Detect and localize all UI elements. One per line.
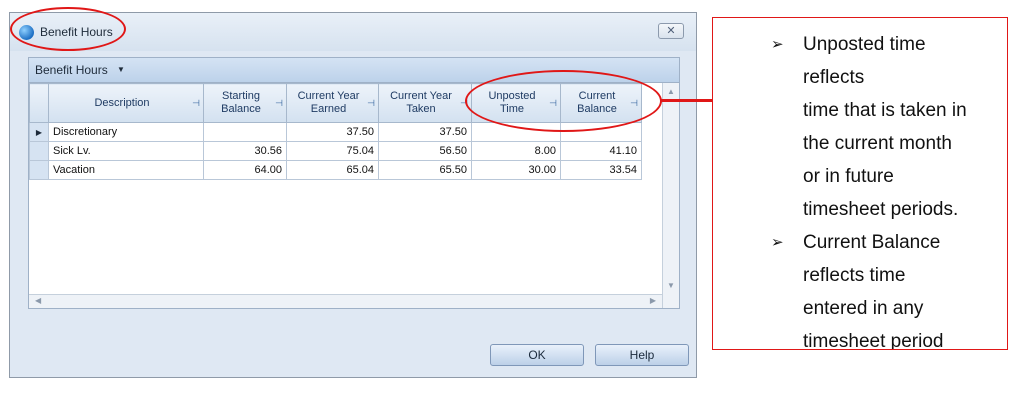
arrow-bullet-icon: ➢ [771, 234, 784, 251]
scroll-up-icon[interactable]: ▲ [667, 87, 675, 96]
panel-title: Benefit Hours [35, 63, 108, 77]
ok-button[interactable]: OK [490, 344, 584, 366]
arrow-bullet-icon: ➢ [771, 36, 784, 53]
cell-current-year-earned[interactable]: 75.04 [286, 141, 379, 161]
title-highlight-ellipse [10, 7, 126, 51]
column-header-description[interactable]: Description ⊣ [48, 83, 204, 123]
cell-current-balance[interactable]: 41.10 [560, 141, 642, 161]
cell-unposted-time[interactable]: 8.00 [471, 141, 561, 161]
table-row[interactable]: Vacation 64.00 65.04 65.50 30.00 33.54 [29, 160, 642, 180]
row-selector-header [29, 83, 49, 123]
vertical-scrollbar[interactable]: ▲ ▼ [662, 83, 679, 308]
cell-description[interactable]: Sick Lv. [48, 141, 204, 161]
cell-current-year-taken[interactable]: 37.50 [378, 122, 472, 142]
cell-current-year-taken[interactable]: 56.50 [378, 141, 472, 161]
column-header-current-year-earned[interactable]: Current Year Earned ⊣ [286, 83, 379, 123]
scroll-left-icon[interactable]: ◀ [35, 296, 41, 305]
cell-unposted-time[interactable]: 30.00 [471, 160, 561, 180]
close-button[interactable]: ✕ [658, 23, 684, 39]
chevron-down-icon[interactable]: ▼ [117, 65, 125, 74]
pin-icon[interactable]: ⊣ [367, 97, 375, 110]
current-row-icon: ▶ [35, 127, 43, 137]
help-button[interactable]: Help [595, 344, 689, 366]
scroll-down-icon[interactable]: ▼ [667, 281, 675, 290]
cell-current-year-earned[interactable]: 37.50 [286, 122, 379, 142]
cell-current-year-taken[interactable]: 65.50 [378, 160, 472, 180]
callout-connector-line [660, 99, 713, 102]
table-row[interactable]: Sick Lv. 30.56 75.04 56.50 8.00 41.10 [29, 141, 642, 161]
row-selector[interactable] [29, 141, 49, 161]
cell-current-year-earned[interactable]: 65.04 [286, 160, 379, 180]
callout-item-unposted-time: ➢ Unposted time reflects time that is ta… [713, 28, 1007, 226]
callout-list: ➢ Unposted time reflects time that is ta… [713, 28, 1007, 349]
callout-box: ➢ Unposted time reflects time that is ta… [712, 17, 1008, 350]
row-selector[interactable]: ▶ [29, 122, 49, 142]
column-header-starting-balance[interactable]: Starting Balance ⊣ [203, 83, 287, 123]
close-icon: ✕ [666, 25, 676, 37]
horizontal-scrollbar[interactable]: ◀ ▶ [29, 294, 662, 308]
pin-icon[interactable]: ⊣ [275, 97, 283, 110]
scroll-right-icon[interactable]: ▶ [650, 296, 656, 305]
benefit-hours-dialog: Benefit Hours ✕ Benefit Hours ▼ Descript… [9, 12, 697, 378]
cell-description[interactable]: Discretionary [48, 122, 204, 142]
cell-starting-balance[interactable] [203, 122, 287, 142]
pin-icon[interactable]: ⊣ [192, 97, 200, 110]
cell-description[interactable]: Vacation [48, 160, 204, 180]
columns-highlight-ellipse [465, 70, 662, 132]
column-header-current-year-taken[interactable]: Current Year Taken ⊣ [378, 83, 472, 123]
cell-starting-balance[interactable]: 30.56 [203, 141, 287, 161]
cell-starting-balance[interactable]: 64.00 [203, 160, 287, 180]
row-selector[interactable] [29, 160, 49, 180]
callout-item-current-balance: ➢ Current Balance reflects time entered … [713, 226, 1007, 349]
cell-current-balance[interactable]: 33.54 [560, 160, 642, 180]
